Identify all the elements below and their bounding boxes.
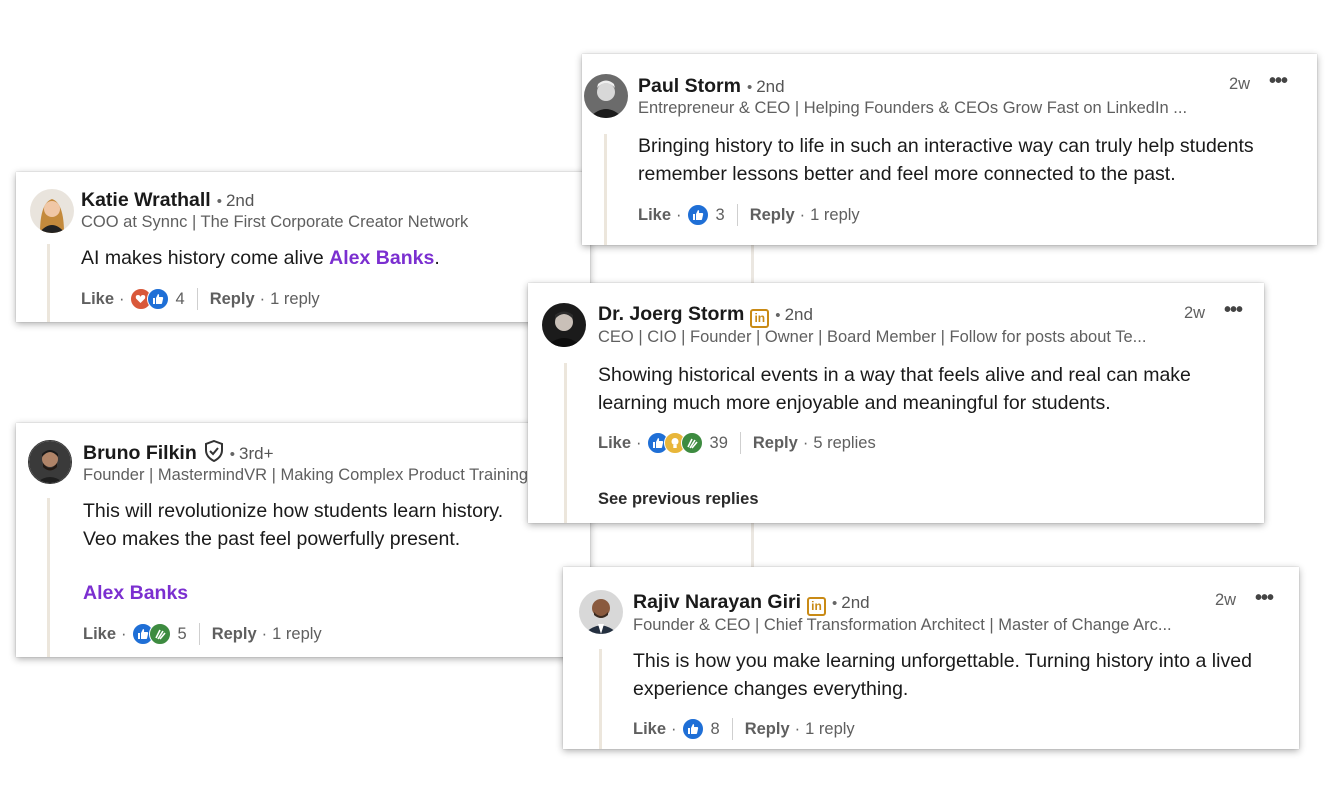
comment-time: 2w bbox=[1215, 591, 1237, 609]
linkedin-premium-icon: in bbox=[750, 309, 770, 328]
author-name[interactable]: Paul Storm bbox=[638, 75, 741, 97]
linkedin-premium-icon: in bbox=[807, 597, 826, 616]
like-button[interactable]: Like bbox=[633, 720, 666, 739]
like-button[interactable]: Like bbox=[81, 290, 114, 309]
author-name[interactable]: Dr. Joerg Storm bbox=[598, 303, 744, 325]
reactions-summary[interactable] bbox=[681, 718, 704, 740]
comment-text: Showing historical events in a way that … bbox=[598, 364, 1191, 414]
thread-line bbox=[47, 244, 50, 322]
reply-button[interactable]: Reply bbox=[212, 625, 257, 644]
separator-dot: • bbox=[229, 446, 236, 463]
avatar[interactable] bbox=[579, 590, 623, 634]
comment-time: 2w bbox=[1229, 75, 1251, 93]
avatar[interactable] bbox=[28, 440, 72, 484]
comment-card-joerg: Dr. Joerg Storm in • 2nd 2w ••• CEO | CIO |… bbox=[528, 283, 1264, 523]
author-headline: COO at Synnc | The First Corporate Creat… bbox=[81, 213, 469, 231]
divider bbox=[198, 623, 200, 645]
replies-link[interactable]: 1 reply bbox=[805, 720, 855, 739]
comment-card-bruno: Bruno Filkin • 3rd+ Founder | MastermindVR… bbox=[16, 423, 590, 657]
replies-link[interactable]: 5 replies bbox=[813, 434, 875, 453]
connection-degree: 2nd bbox=[841, 593, 870, 612]
replies-link[interactable]: 1 reply bbox=[810, 206, 860, 225]
thread-line bbox=[564, 363, 567, 523]
like-button[interactable]: Like bbox=[638, 206, 671, 225]
reaction-count[interactable]: 5 bbox=[178, 625, 187, 644]
connection-degree: 2nd bbox=[784, 305, 813, 324]
reactions-summary[interactable] bbox=[686, 204, 709, 226]
verified-shield-icon bbox=[204, 439, 224, 467]
author-name[interactable]: Rajiv Narayan Giri bbox=[633, 591, 801, 613]
author-name[interactable]: Katie Wrathall bbox=[81, 189, 211, 211]
thread-line bbox=[599, 649, 602, 749]
comment-time: 2w bbox=[1184, 304, 1206, 322]
clap-icon bbox=[680, 432, 703, 454]
comment-text: AI makes history come alive Alex Banks. bbox=[81, 247, 440, 269]
divider bbox=[739, 432, 741, 454]
reply-button[interactable]: Reply bbox=[750, 206, 795, 225]
connection-degree: 2nd bbox=[225, 191, 255, 210]
divider bbox=[736, 204, 738, 226]
reactions-summary[interactable] bbox=[129, 288, 169, 310]
more-options-icon[interactable]: ••• bbox=[1224, 299, 1243, 322]
connection-degree: 2nd bbox=[756, 77, 785, 96]
author-headline: CEO | CIO | Founder | Owner | Board Memb… bbox=[598, 328, 1147, 346]
author-headline: Founder & CEO | Chief Transformation Arc… bbox=[633, 616, 1172, 634]
thread-line bbox=[604, 134, 607, 245]
reaction-count[interactable]: 39 bbox=[710, 434, 728, 453]
reaction-count[interactable]: 3 bbox=[716, 206, 725, 225]
mention-link[interactable]: Alex Banks bbox=[83, 580, 188, 608]
separator-dot: • bbox=[775, 307, 781, 324]
thread-connector-line bbox=[751, 520, 754, 570]
more-options-icon[interactable]: ••• bbox=[1269, 70, 1288, 93]
avatar[interactable] bbox=[542, 303, 586, 347]
avatar[interactable] bbox=[30, 189, 74, 233]
replies-link[interactable]: 1 reply bbox=[272, 625, 322, 644]
reply-button[interactable]: Reply bbox=[210, 290, 255, 309]
reaction-count[interactable]: 8 bbox=[711, 720, 720, 739]
comment-card-rajiv: Rajiv Narayan Giri in • 2nd 2w ••• Founder … bbox=[563, 567, 1299, 749]
reply-button[interactable]: Reply bbox=[745, 720, 790, 739]
like-button[interactable]: Like bbox=[598, 434, 631, 453]
thumbs-up-icon bbox=[681, 718, 704, 740]
reactions-summary[interactable] bbox=[646, 432, 703, 454]
reply-button[interactable]: Reply bbox=[753, 434, 798, 453]
see-previous-replies-link[interactable]: See previous replies bbox=[598, 490, 759, 509]
thumbs-up-icon bbox=[686, 204, 709, 226]
author-headline: Entrepreneur & CEO | Helping Founders & … bbox=[638, 99, 1188, 117]
separator-dot: • bbox=[832, 595, 838, 612]
clap-icon bbox=[148, 623, 171, 645]
separator-dot: • bbox=[216, 193, 222, 210]
comment-text: This is how you make learning unforgetta… bbox=[633, 650, 1252, 700]
author-headline: Founder | MastermindVR | Making Complex … bbox=[83, 466, 529, 484]
avatar[interactable] bbox=[584, 74, 628, 118]
thumbs-up-icon bbox=[146, 288, 169, 310]
divider bbox=[731, 718, 733, 740]
thread-line bbox=[47, 498, 50, 657]
comment-text: Bringing history to life in such an inte… bbox=[638, 135, 1254, 185]
comment-card-katie: Katie Wrathall • 2nd COO at Synnc | The Fi… bbox=[16, 172, 590, 322]
comment-card-paul: Paul Storm • 2nd 2w ••• Entrepreneur & CEO… bbox=[582, 54, 1317, 245]
comment-text: This will revolutionize how students lea… bbox=[83, 500, 504, 550]
reactions-summary[interactable] bbox=[131, 623, 171, 645]
divider bbox=[196, 288, 198, 310]
reaction-count[interactable]: 4 bbox=[176, 290, 185, 309]
more-options-icon[interactable]: ••• bbox=[1255, 587, 1274, 610]
like-button[interactable]: Like bbox=[83, 625, 116, 644]
separator-dot: • bbox=[746, 79, 753, 96]
mention-link[interactable]: Alex Banks bbox=[329, 247, 434, 269]
replies-link[interactable]: 1 reply bbox=[270, 290, 320, 309]
connection-degree: 3rd+ bbox=[239, 444, 274, 463]
author-name[interactable]: Bruno Filkin bbox=[83, 442, 197, 464]
